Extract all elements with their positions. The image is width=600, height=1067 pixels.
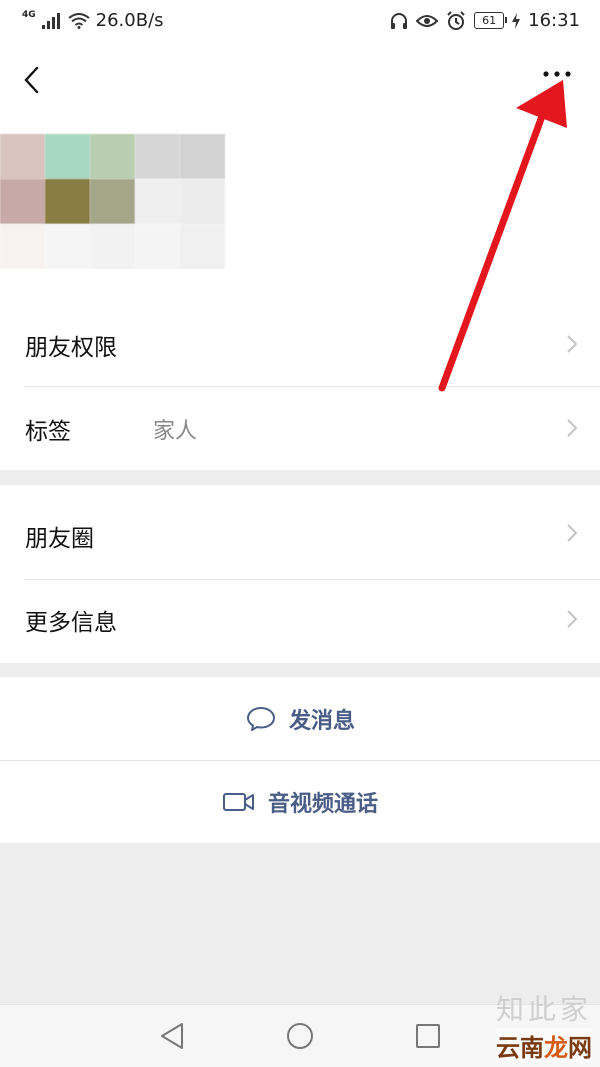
row-more-info[interactable]: 更多信息 [0, 579, 600, 663]
row-label: 更多信息 [25, 610, 117, 636]
nav-recents-icon[interactable] [414, 1021, 442, 1051]
send-message-label: 发消息 [288, 708, 355, 734]
row-label: 标签 [25, 419, 71, 445]
signal-icon [41, 12, 60, 29]
watermark-top: 知此家 [495, 993, 592, 1026]
chevron-left-icon[interactable] [20, 60, 50, 96]
watermark: 知此家 云南龙网 [495, 988, 592, 1063]
alarm-icon [447, 10, 465, 30]
clock-time: 16:31 [528, 10, 580, 31]
watermark-bottom: 云南龙网 [495, 1028, 592, 1063]
header-bar [0, 42, 600, 128]
settings-group-moments: 朋友圈 更多信息 [0, 485, 600, 663]
more-dots-icon[interactable] [538, 62, 578, 92]
row-tags[interactable]: 标签 家人 [0, 386, 600, 470]
status-bar: 4G 26.0B/s 61 16:31 [0, 0, 600, 42]
send-message-button[interactable]: 发消息 [0, 677, 600, 760]
row-label: 朋友权限 [25, 335, 117, 361]
chevron-right-icon [567, 524, 578, 542]
watermark-part: 网 [568, 1034, 592, 1062]
tag-value: 家人 [153, 419, 198, 444]
headphones-icon [391, 12, 408, 29]
av-call-button[interactable]: 音视频通话 [0, 760, 600, 843]
avatar[interactable] [0, 134, 226, 270]
watermark-part: 云南 [496, 1034, 544, 1062]
row-label: 朋友圈 [25, 526, 94, 552]
settings-group-permissions: 朋友权限 标签 家人 [0, 302, 600, 470]
chat-bubble-icon [246, 706, 275, 731]
av-call-label: 音视频通话 [267, 791, 378, 817]
video-camera-icon [222, 792, 254, 811]
eye-icon [416, 14, 439, 27]
chevron-right-icon [567, 610, 578, 628]
charging-icon [512, 12, 521, 29]
chevron-right-icon [567, 335, 578, 353]
system-navigation-bar: 知此家 云南龙网 [0, 993, 600, 1067]
profile-section [0, 128, 600, 302]
wifi-icon [68, 12, 90, 29]
network-speed: 26.0B/s [95, 10, 164, 31]
watermark-part: 龙 [544, 1034, 568, 1062]
battery-indicator: 61 [474, 12, 508, 29]
nav-home-icon[interactable] [285, 1021, 315, 1051]
chevron-right-icon [567, 419, 578, 437]
network-type: 4G [22, 9, 36, 20]
row-moments[interactable]: 朋友圈 [0, 485, 600, 579]
row-friend-permissions[interactable]: 朋友权限 [0, 302, 600, 386]
nav-back-icon[interactable] [158, 1021, 186, 1051]
actions-group: 发消息 音视频通话 [0, 677, 600, 843]
